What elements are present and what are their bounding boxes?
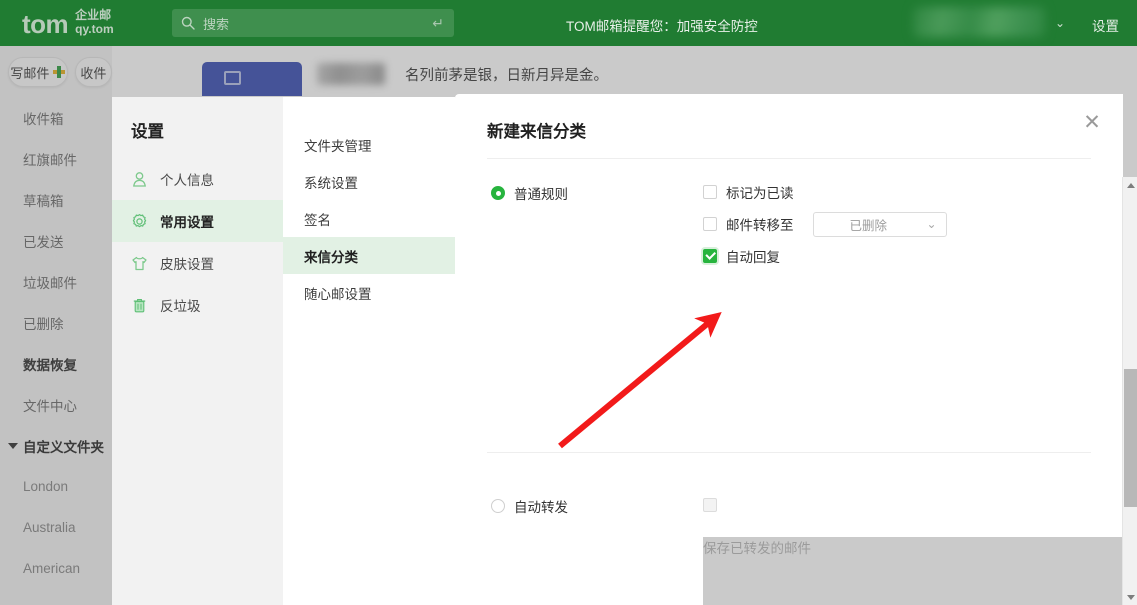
settings-nav-label: 反垃圾 bbox=[160, 299, 201, 314]
chevron-down-icon[interactable]: ⌄ bbox=[1055, 16, 1065, 30]
submenu-item-suixin-mail-settings[interactable]: 随心邮设置 bbox=[283, 274, 455, 311]
divider-bottom bbox=[487, 452, 1091, 453]
settings-nav-anti-spam[interactable]: 反垃圾 bbox=[112, 284, 283, 326]
search-box[interactable]: 搜索 ↵ bbox=[172, 9, 454, 37]
submenu-item-folder-management[interactable]: 文件夹管理 bbox=[283, 126, 455, 163]
settings-nav-label: 个人信息 bbox=[160, 173, 214, 188]
close-icon[interactable]: ✕ bbox=[1080, 110, 1104, 134]
avatar[interactable] bbox=[913, 7, 1045, 37]
mark-as-read-checkbox[interactable] bbox=[703, 185, 717, 199]
submenu-item-system-settings[interactable]: 系统设置 bbox=[283, 163, 455, 200]
logo-sub-top: 企业邮 bbox=[75, 8, 112, 23]
settings-nav-skin-settings[interactable]: 皮肤设置 bbox=[112, 242, 283, 284]
option-auto-reply[interactable]: 自动回复 bbox=[703, 242, 947, 270]
submenu-label: 系统设置 bbox=[304, 175, 358, 191]
vertical-scrollbar[interactable] bbox=[1122, 177, 1137, 605]
trash-icon bbox=[131, 297, 148, 314]
save-forwarded-checkbox[interactable] bbox=[703, 498, 717, 512]
normal-rule-label: 普通规则 bbox=[514, 187, 568, 202]
settings-panel-title: 设置 bbox=[131, 123, 164, 141]
submenu-label: 随心邮设置 bbox=[304, 286, 372, 302]
chevron-down-icon: ⌄ bbox=[926, 216, 937, 231]
settings-nav-label: 常用设置 bbox=[160, 215, 214, 230]
logo-sub-bottom: qy.tom bbox=[75, 21, 114, 36]
settings-nav-common-settings[interactable]: 常用设置 bbox=[112, 200, 283, 242]
option-save-forwarded[interactable]: 保存已转发的邮件 bbox=[703, 491, 1137, 605]
save-forwarded-label: 保存已转发的邮件 bbox=[703, 537, 1137, 605]
option-move-mail-to[interactable]: 邮件转移至 已删除 ⌄ bbox=[703, 210, 947, 238]
new-mail-rule-dialog: 新建来信分类 ✕ 普通规则 标记为已读 邮件转移至 已删除 ⌄ 自动回复 自动转… bbox=[455, 94, 1137, 605]
scrollbar-thumb[interactable] bbox=[1124, 369, 1137, 507]
auto-reply-checkbox[interactable] bbox=[703, 249, 717, 263]
normal-rule-radio[interactable] bbox=[491, 186, 505, 200]
auto-forward-radio[interactable] bbox=[491, 499, 505, 513]
security-notice: TOM邮箱提醒您：加强安全防控 bbox=[566, 19, 758, 34]
submenu-item-mail-classification[interactable]: 来信分类 bbox=[283, 237, 455, 274]
auto-reply-label: 自动回复 bbox=[726, 250, 780, 265]
normal-rule-row[interactable]: 普通规则 bbox=[491, 183, 568, 203]
logo-text: tom bbox=[22, 8, 69, 39]
settings-nav-personal-info[interactable]: 个人信息 bbox=[112, 158, 283, 200]
settings-submenu: 文件夹管理 系统设置 签名 来信分类 随心邮设置 bbox=[283, 97, 455, 605]
search-icon bbox=[181, 16, 195, 30]
person-icon bbox=[131, 171, 148, 188]
option-mark-as-read[interactable]: 标记为已读 bbox=[703, 178, 947, 206]
move-target-select[interactable]: 已删除 ⌄ bbox=[812, 211, 947, 237]
auto-forward-row[interactable]: 自动转发 bbox=[491, 496, 568, 516]
settings-panel: 设置 个人信息 常用设置 皮肤设置 反垃圾 bbox=[112, 97, 283, 605]
submenu-item-signature[interactable]: 签名 bbox=[283, 200, 455, 237]
dialog-title: 新建来信分类 bbox=[487, 123, 586, 141]
settings-link[interactable]: 设置 bbox=[1092, 15, 1119, 35]
auto-forward-options: 保存已转发的邮件 bbox=[703, 491, 1137, 605]
shirt-icon bbox=[131, 255, 148, 272]
move-mail-checkbox[interactable] bbox=[703, 217, 717, 231]
submenu-label: 文件夹管理 bbox=[304, 138, 372, 154]
move-mail-label: 邮件转移至 bbox=[726, 218, 794, 233]
submenu-label: 来信分类 bbox=[304, 249, 358, 265]
brand-logo[interactable]: tom 企业邮 qy.tom bbox=[22, 8, 114, 39]
move-target-value: 已删除 bbox=[849, 218, 888, 233]
submenu-label: 签名 bbox=[304, 212, 331, 228]
normal-rule-options: 标记为已读 邮件转移至 已删除 ⌄ 自动回复 bbox=[703, 178, 947, 274]
search-enter-icon[interactable]: ↵ bbox=[432, 15, 444, 32]
gear-icon bbox=[131, 213, 148, 230]
settings-nav-list: 个人信息 常用设置 皮肤设置 反垃圾 bbox=[112, 158, 283, 326]
triangle-up-icon bbox=[1126, 182, 1135, 188]
mark-as-read-label: 标记为已读 bbox=[726, 186, 794, 201]
search-input[interactable]: 搜索 bbox=[203, 14, 229, 33]
triangle-down-icon bbox=[1126, 594, 1135, 600]
settings-nav-label: 皮肤设置 bbox=[160, 257, 214, 272]
divider-top bbox=[487, 158, 1091, 159]
scroll-up-button[interactable] bbox=[1123, 177, 1137, 193]
logo-subtext: 企业邮 qy.tom bbox=[75, 8, 114, 37]
app-root: tom 企业邮 qy.tom 搜索 ↵ TOM邮箱提醒您：加强安全防控 ⌄ 设置 bbox=[0, 0, 1137, 605]
auto-forward-label: 自动转发 bbox=[514, 500, 568, 515]
top-bar: tom 企业邮 qy.tom 搜索 ↵ TOM邮箱提醒您：加强安全防控 ⌄ 设置 bbox=[0, 0, 1137, 46]
scroll-down-button[interactable] bbox=[1123, 589, 1137, 605]
